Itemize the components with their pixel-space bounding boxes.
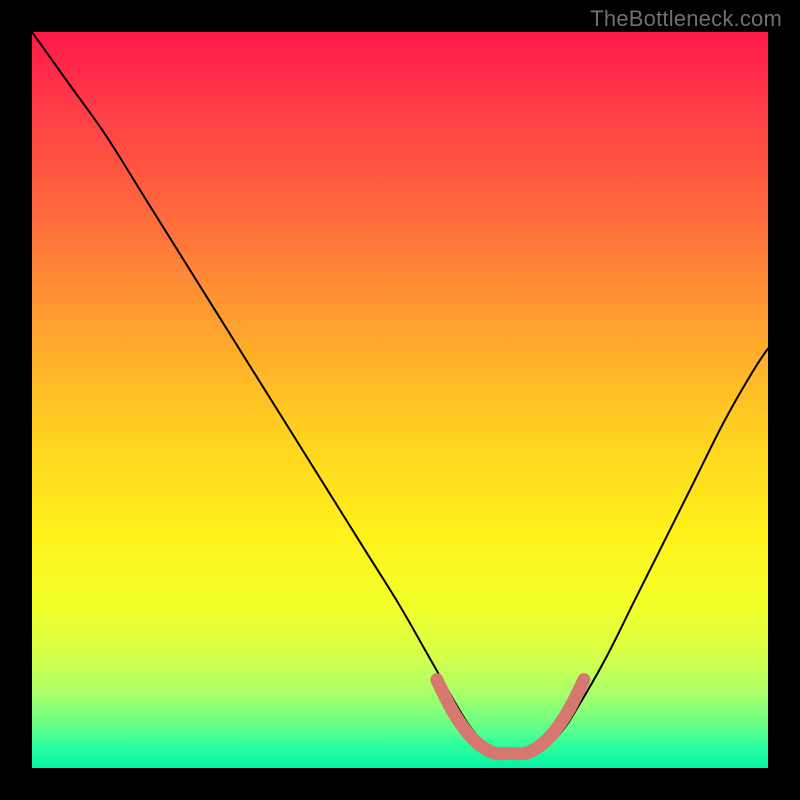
bottleneck-curve	[32, 32, 768, 754]
chart-svg	[32, 32, 768, 768]
optimal-zone-highlight	[437, 680, 584, 754]
plot-area	[32, 32, 768, 768]
chart-frame: TheBottleneck.com	[0, 0, 800, 800]
watermark-text: TheBottleneck.com	[590, 6, 782, 32]
